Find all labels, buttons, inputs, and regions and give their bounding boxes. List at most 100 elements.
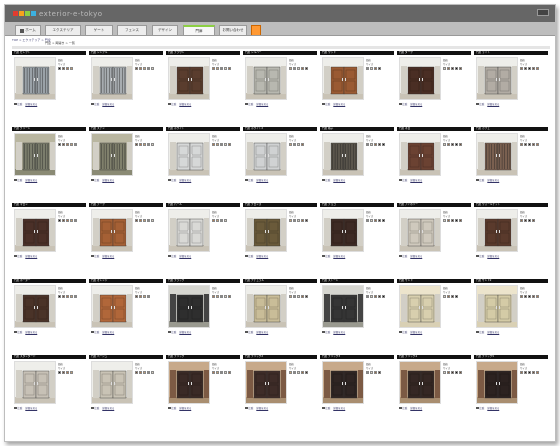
color-swatch[interactable] bbox=[139, 295, 142, 298]
color-swatch[interactable] bbox=[443, 371, 446, 374]
compare-checkbox[interactable] bbox=[91, 102, 94, 106]
color-swatch[interactable] bbox=[70, 371, 73, 374]
color-swatch[interactable] bbox=[524, 67, 527, 70]
compare-checkbox[interactable] bbox=[245, 102, 248, 106]
color-swatch[interactable] bbox=[447, 371, 450, 374]
compare-checkbox[interactable] bbox=[168, 330, 171, 334]
product-title-bar[interactable]: 門扉 ウッド bbox=[320, 51, 394, 55]
product-card[interactable]: 門扉 カフェ 価格 サイズ 比較 詳細を見る bbox=[474, 127, 548, 197]
header-menu-button[interactable] bbox=[537, 9, 549, 16]
color-swatch[interactable] bbox=[289, 371, 292, 374]
product-image[interactable] bbox=[91, 361, 133, 404]
color-swatch[interactable] bbox=[297, 67, 300, 70]
compare-checkbox[interactable] bbox=[476, 254, 479, 258]
color-swatch[interactable] bbox=[212, 143, 215, 146]
color-swatch[interactable] bbox=[135, 67, 138, 70]
color-swatch[interactable] bbox=[143, 219, 146, 222]
color-swatch[interactable] bbox=[532, 67, 535, 70]
detail-link[interactable]: 詳細を見る bbox=[256, 102, 268, 106]
product-title-bar[interactable]: 門扉 マロン bbox=[12, 203, 86, 207]
color-swatch[interactable] bbox=[74, 219, 77, 222]
color-swatch[interactable] bbox=[536, 295, 539, 298]
site-logo[interactable]: exterior-e-tokyo bbox=[13, 9, 103, 18]
color-swatch[interactable] bbox=[224, 219, 227, 222]
product-card[interactable]: 門扉 ブリック3 価格 サイズ 比較 詳細を見る bbox=[320, 355, 394, 425]
color-swatch[interactable] bbox=[216, 295, 219, 298]
color-swatch[interactable] bbox=[228, 295, 231, 298]
color-swatch[interactable] bbox=[289, 219, 292, 222]
color-swatch[interactable] bbox=[220, 371, 223, 374]
compare-checkbox[interactable] bbox=[14, 178, 17, 182]
color-swatch[interactable] bbox=[305, 67, 308, 70]
color-swatch[interactable] bbox=[143, 371, 146, 374]
compare-checkbox[interactable] bbox=[322, 178, 325, 182]
product-image[interactable] bbox=[14, 133, 56, 176]
product-image[interactable] bbox=[399, 133, 441, 176]
compare-checkbox[interactable] bbox=[91, 330, 94, 334]
color-swatch[interactable] bbox=[374, 67, 377, 70]
product-title-bar[interactable]: 門扉 パール bbox=[166, 203, 240, 207]
color-swatch[interactable] bbox=[143, 143, 146, 146]
color-swatch[interactable] bbox=[151, 371, 154, 374]
compare-checkbox[interactable] bbox=[322, 254, 325, 258]
product-image[interactable] bbox=[245, 209, 287, 252]
color-swatch[interactable] bbox=[147, 67, 150, 70]
product-title-bar[interactable]: 門扉 ライト bbox=[474, 51, 548, 55]
color-swatch[interactable] bbox=[443, 143, 446, 146]
color-swatch[interactable] bbox=[447, 67, 450, 70]
color-swatch[interactable] bbox=[151, 143, 154, 146]
color-swatch[interactable] bbox=[532, 295, 535, 298]
compare-checkbox[interactable] bbox=[91, 254, 94, 258]
product-image[interactable] bbox=[245, 133, 287, 176]
product-card[interactable]: 門扉 セレクト 価格 サイズ 比較 詳細を見る bbox=[12, 51, 86, 121]
color-swatch[interactable] bbox=[532, 219, 535, 222]
product-title-bar[interactable]: 門扉 ストーン bbox=[320, 279, 394, 283]
color-swatch[interactable] bbox=[459, 219, 462, 222]
product-title-bar[interactable]: 門扉 ブラウン bbox=[166, 51, 240, 55]
color-swatch[interactable] bbox=[382, 295, 385, 298]
color-swatch[interactable] bbox=[62, 219, 65, 222]
color-swatch[interactable] bbox=[293, 219, 296, 222]
detail-link[interactable]: 詳細を見る bbox=[179, 102, 191, 106]
color-swatch[interactable] bbox=[451, 295, 454, 298]
color-swatch[interactable] bbox=[228, 371, 231, 374]
color-swatch[interactable] bbox=[70, 143, 73, 146]
compare-checkbox[interactable] bbox=[14, 102, 17, 106]
color-swatch[interactable] bbox=[366, 219, 369, 222]
product-title-bar[interactable]: 門扉 チョコ bbox=[320, 203, 394, 207]
color-swatch[interactable] bbox=[536, 371, 539, 374]
product-image[interactable] bbox=[168, 361, 210, 404]
color-swatch[interactable] bbox=[370, 371, 373, 374]
color-swatch[interactable] bbox=[382, 143, 385, 146]
tab-fence[interactable]: フェンス bbox=[117, 25, 147, 35]
tab-extra[interactable] bbox=[251, 25, 261, 35]
color-swatch[interactable] bbox=[520, 143, 523, 146]
color-swatch[interactable] bbox=[301, 371, 304, 374]
product-title-bar[interactable]: 門扉 サンド2 bbox=[474, 279, 548, 283]
color-swatch[interactable] bbox=[366, 67, 369, 70]
product-title-bar[interactable]: 門扉 ステン bbox=[89, 127, 163, 131]
product-card[interactable]: 門扉 ブラウン 価格 サイズ 比較 詳細を見る bbox=[166, 51, 240, 121]
color-swatch[interactable] bbox=[135, 219, 138, 222]
color-swatch[interactable] bbox=[455, 371, 458, 374]
detail-link[interactable]: 詳細を見る bbox=[333, 406, 345, 410]
product-title-bar[interactable]: 門扉 グリーン bbox=[12, 127, 86, 131]
product-card[interactable]: 門扉 チョコ 価格 サイズ 比較 詳細を見る bbox=[320, 203, 394, 273]
product-image[interactable] bbox=[399, 285, 441, 328]
product-card[interactable]: 門扉 ブリック5 価格 サイズ 比較 詳細を見る bbox=[474, 355, 548, 425]
detail-link[interactable]: 詳細を見る bbox=[25, 254, 37, 258]
compare-checkbox[interactable] bbox=[399, 102, 402, 106]
product-card[interactable]: 門扉 ブラック 価格 サイズ 比較 詳細を見る bbox=[166, 279, 240, 349]
color-swatch[interactable] bbox=[528, 295, 531, 298]
color-swatch[interactable] bbox=[378, 295, 381, 298]
product-card[interactable]: 門扉 ナチュラル 価格 サイズ 比較 詳細を見る bbox=[243, 279, 317, 349]
product-title-bar[interactable]: 門扉 シルバー bbox=[243, 51, 317, 55]
detail-link[interactable]: 詳細を見る bbox=[487, 406, 499, 410]
product-title-bar[interactable]: 門扉 ウォールナット bbox=[474, 203, 548, 207]
color-swatch[interactable] bbox=[301, 67, 304, 70]
color-swatch[interactable] bbox=[212, 295, 215, 298]
color-swatch[interactable] bbox=[374, 371, 377, 374]
color-swatch[interactable] bbox=[147, 295, 150, 298]
product-image[interactable] bbox=[91, 57, 133, 100]
product-image[interactable] bbox=[14, 285, 56, 328]
